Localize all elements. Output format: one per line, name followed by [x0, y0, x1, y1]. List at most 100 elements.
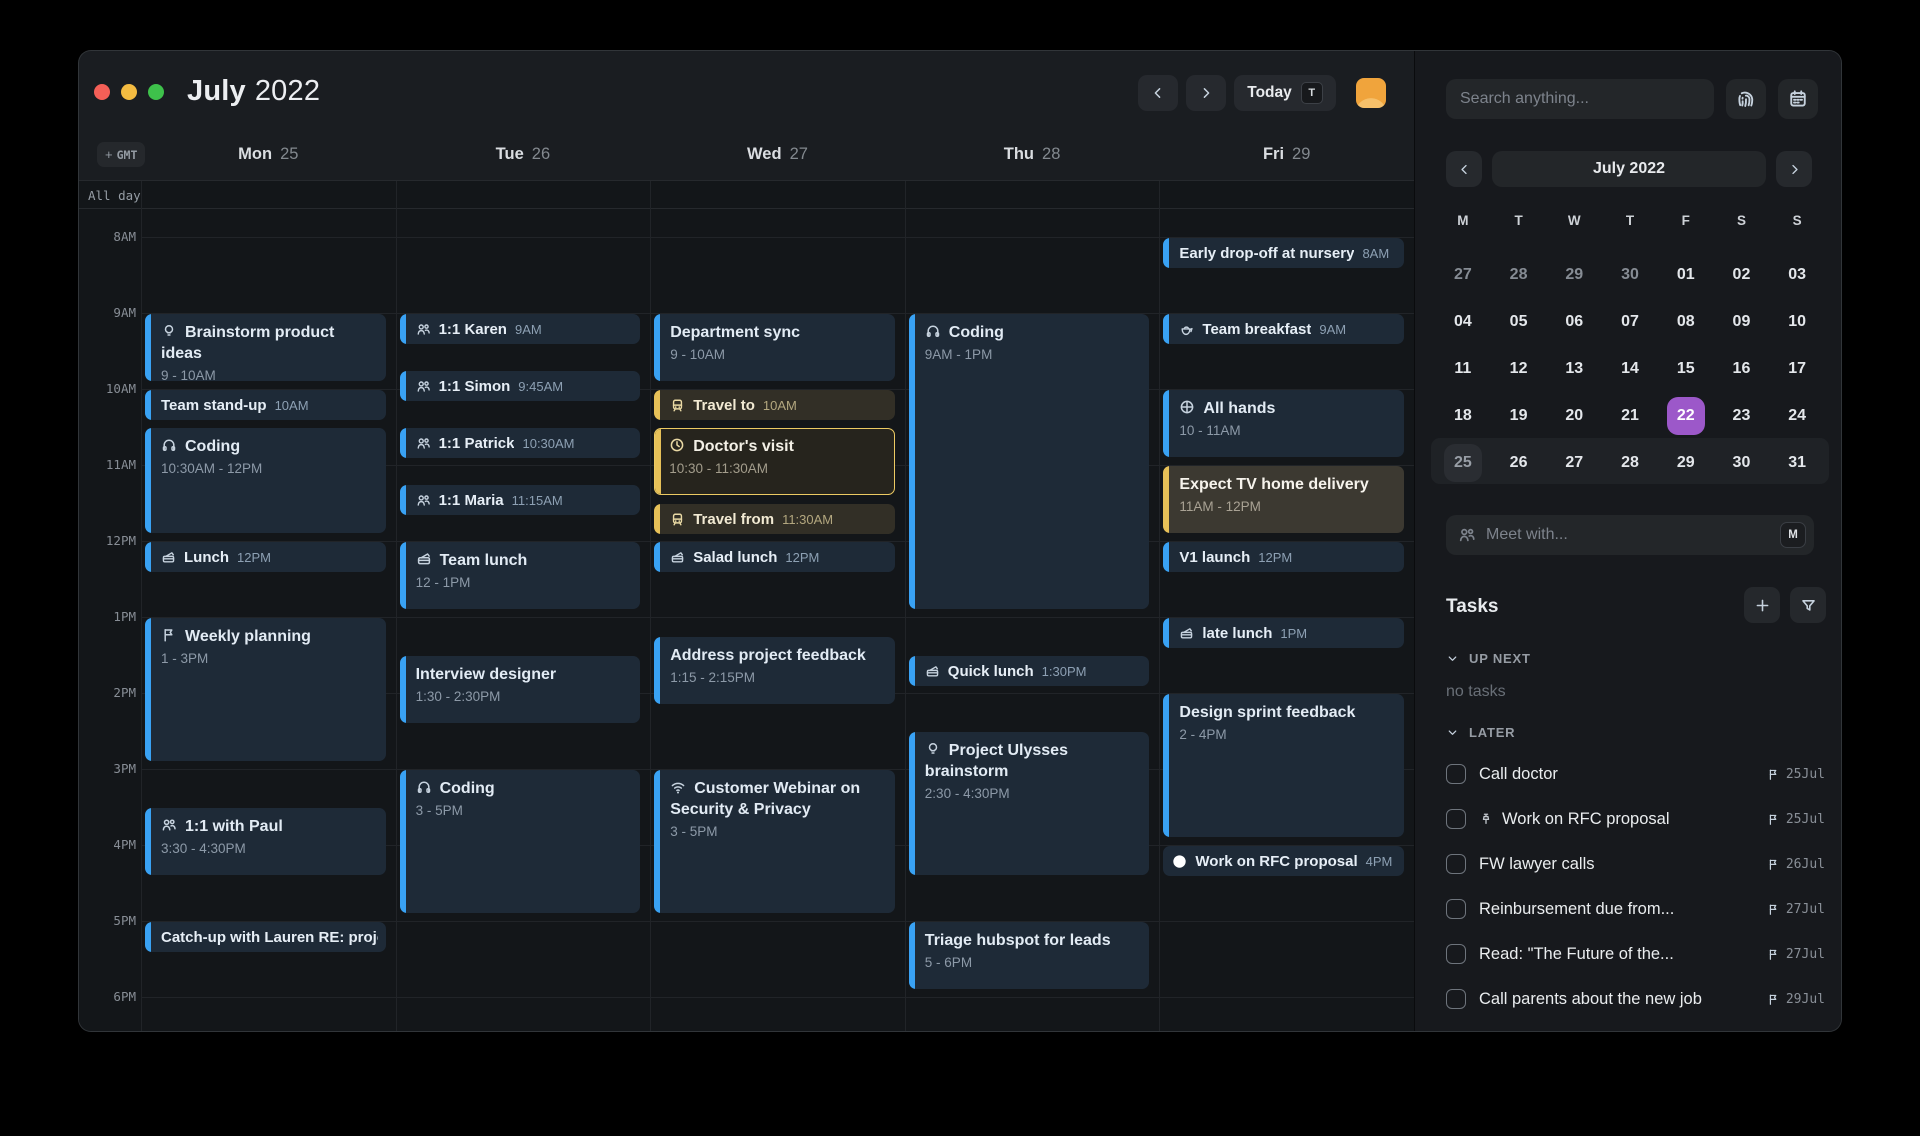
calendar-event[interactable]: Salad lunch12PM	[654, 542, 895, 572]
minical-day-28[interactable]: 28	[1602, 439, 1658, 486]
calendar-event[interactable]: Lunch12PM	[145, 542, 386, 572]
calendar-event[interactable]: Travel from11:30AM	[654, 504, 895, 534]
day-header-tue[interactable]: Tue26	[396, 139, 651, 169]
calendar-event[interactable]: Work on RFC proposal4PM	[1163, 846, 1404, 876]
filter-tasks-button[interactable]	[1790, 587, 1826, 623]
calendar-event[interactable]: 1:1 Maria11:15AM	[400, 485, 641, 515]
minical-day-01[interactable]: 01	[1658, 251, 1714, 298]
calendar-event[interactable]: 1:1 Simon9:45AM	[400, 371, 641, 401]
minical-day-28[interactable]: 28	[1491, 251, 1547, 298]
task-row[interactable]: Reinbursement due from...27Jul	[1446, 894, 1825, 924]
calendar-event[interactable]: 1:1 with Paul3:30 - 4:30PM	[145, 808, 386, 875]
day-header-mon[interactable]: Mon25	[141, 139, 396, 169]
meet-with-field[interactable]: M	[1446, 515, 1814, 555]
tasks-section-later[interactable]: LATER	[1446, 725, 1515, 740]
minical-day-12[interactable]: 12	[1491, 345, 1547, 392]
task-checkbox[interactable]	[1446, 809, 1466, 829]
task-row[interactable]: Call parents about the new job29Jul	[1446, 984, 1825, 1014]
calendar-event[interactable]: Team stand-up10AM	[145, 390, 386, 420]
search-input[interactable]	[1460, 90, 1700, 108]
minical-day-04[interactable]: 04	[1435, 298, 1491, 345]
task-row[interactable]: Work on RFC proposal25Jul	[1446, 804, 1825, 834]
minical-day-08[interactable]: 08	[1658, 298, 1714, 345]
calendar-event[interactable]: Early drop-off at nursery8AM	[1163, 238, 1404, 268]
day-header-thu[interactable]: Thu28	[905, 139, 1160, 169]
minical-day-29[interactable]: 29	[1546, 251, 1602, 298]
minical-next-month-button[interactable]	[1776, 151, 1812, 187]
minical-day-26[interactable]: 26	[1491, 439, 1547, 486]
day-header-wed[interactable]: Wed27	[650, 139, 905, 169]
calendar-event[interactable]: Team breakfast9AM	[1163, 314, 1404, 344]
touch-id-button[interactable]	[1726, 79, 1766, 119]
minical-day-09[interactable]: 09	[1714, 298, 1770, 345]
calendar-event[interactable]: Coding3 - 5PM	[400, 770, 641, 913]
task-row[interactable]: Read: "The Future of the...27Jul	[1446, 939, 1825, 969]
minical-day-24[interactable]: 24	[1769, 392, 1825, 439]
calendar-event[interactable]: Project Ulysses brainstorm2:30 - 4:30PM	[909, 732, 1150, 875]
calendar-event[interactable]: Coding10:30AM - 12PM	[145, 428, 386, 533]
search-field[interactable]	[1446, 79, 1714, 119]
minical-day-14[interactable]: 14	[1602, 345, 1658, 392]
minical-day-18[interactable]: 18	[1435, 392, 1491, 439]
minical-day-22[interactable]: 22	[1658, 392, 1714, 439]
minical-prev-month-button[interactable]	[1446, 151, 1482, 187]
next-week-button[interactable]	[1186, 75, 1226, 111]
task-row[interactable]: FW lawyer calls26Jul	[1446, 849, 1825, 879]
timezone-pill[interactable]: + GMT	[97, 142, 145, 167]
tasks-section-up-next[interactable]: UP NEXT	[1446, 651, 1531, 666]
calendar-event[interactable]: Weekly planning1 - 3PM	[145, 618, 386, 761]
minical-day-31[interactable]: 31	[1769, 439, 1825, 486]
minical-day-20[interactable]: 20	[1546, 392, 1602, 439]
calendar-event[interactable]: Catch-up with Lauren RE: proje	[145, 922, 386, 952]
minical-day-11[interactable]: 11	[1435, 345, 1491, 392]
calendar-event[interactable]: late lunch1PM	[1163, 618, 1404, 648]
calendar-event[interactable]: Customer Webinar on Security & Privacy3 …	[654, 770, 895, 913]
task-checkbox[interactable]	[1446, 989, 1466, 1009]
minical-day-29[interactable]: 29	[1658, 439, 1714, 486]
calendar-event[interactable]: Travel to10AM	[654, 390, 895, 420]
minical-day-21[interactable]: 21	[1602, 392, 1658, 439]
minical-day-19[interactable]: 19	[1491, 392, 1547, 439]
calendar-event[interactable]: 1:1 Patrick10:30AM	[400, 428, 641, 458]
calendar-event[interactable]: Coding9AM - 1PM	[909, 314, 1150, 609]
minical-day-27[interactable]: 27	[1546, 439, 1602, 486]
close-window-button[interactable]	[94, 84, 110, 100]
minimize-window-button[interactable]	[121, 84, 137, 100]
calendar-event[interactable]: All hands10 - 11AM	[1163, 390, 1404, 457]
task-checkbox[interactable]	[1446, 899, 1466, 919]
meet-with-input[interactable]	[1486, 526, 1770, 544]
prev-week-button[interactable]	[1138, 75, 1178, 111]
calendar-event[interactable]: Address project feedback1:15 - 2:15PM	[654, 637, 895, 704]
calendar-event[interactable]: V1 launch12PM	[1163, 542, 1404, 572]
minical-day-02[interactable]: 02	[1714, 251, 1770, 298]
day-header-fri[interactable]: Fri29	[1159, 139, 1414, 169]
minical-day-10[interactable]: 10	[1769, 298, 1825, 345]
add-task-button[interactable]	[1744, 587, 1780, 623]
minical-day-25[interactable]: 25	[1435, 439, 1491, 486]
today-button[interactable]: Today T	[1234, 75, 1336, 111]
calendar-event[interactable]: Design sprint feedback2 - 4PM	[1163, 694, 1404, 837]
calendar-event[interactable]: Expect TV home delivery11AM - 12PM	[1163, 466, 1404, 533]
calendar-event[interactable]: Triage hubspot for leads5 - 6PM	[909, 922, 1150, 989]
minical-day-13[interactable]: 13	[1546, 345, 1602, 392]
minical-day-27[interactable]: 27	[1435, 251, 1491, 298]
calendar-event[interactable]: Team lunch12 - 1PM	[400, 542, 641, 609]
calendar-event[interactable]: 1:1 Karen9AM	[400, 314, 641, 344]
zoom-window-button[interactable]	[148, 84, 164, 100]
minical-day-05[interactable]: 05	[1491, 298, 1547, 345]
minical-day-06[interactable]: 06	[1546, 298, 1602, 345]
task-checkbox[interactable]	[1446, 854, 1466, 874]
minical-day-17[interactable]: 17	[1769, 345, 1825, 392]
minical-day-30[interactable]: 30	[1714, 439, 1770, 486]
minical-day-07[interactable]: 07	[1602, 298, 1658, 345]
task-checkbox[interactable]	[1446, 764, 1466, 784]
minical-day-15[interactable]: 15	[1658, 345, 1714, 392]
minical-day-30[interactable]: 30	[1602, 251, 1658, 298]
calendar-event[interactable]: Quick lunch1:30PM	[909, 656, 1150, 686]
minical-title[interactable]: July 2022	[1492, 151, 1766, 187]
calendar-event[interactable]: Doctor's visit10:30 - 11:30AM	[654, 428, 895, 495]
minical-day-23[interactable]: 23	[1714, 392, 1770, 439]
calendar-event[interactable]: Interview designer1:30 - 2:30PM	[400, 656, 641, 723]
calendar-event[interactable]: Brainstorm product ideas9 - 10AM	[145, 314, 386, 381]
calendar-view-button[interactable]	[1778, 79, 1818, 119]
